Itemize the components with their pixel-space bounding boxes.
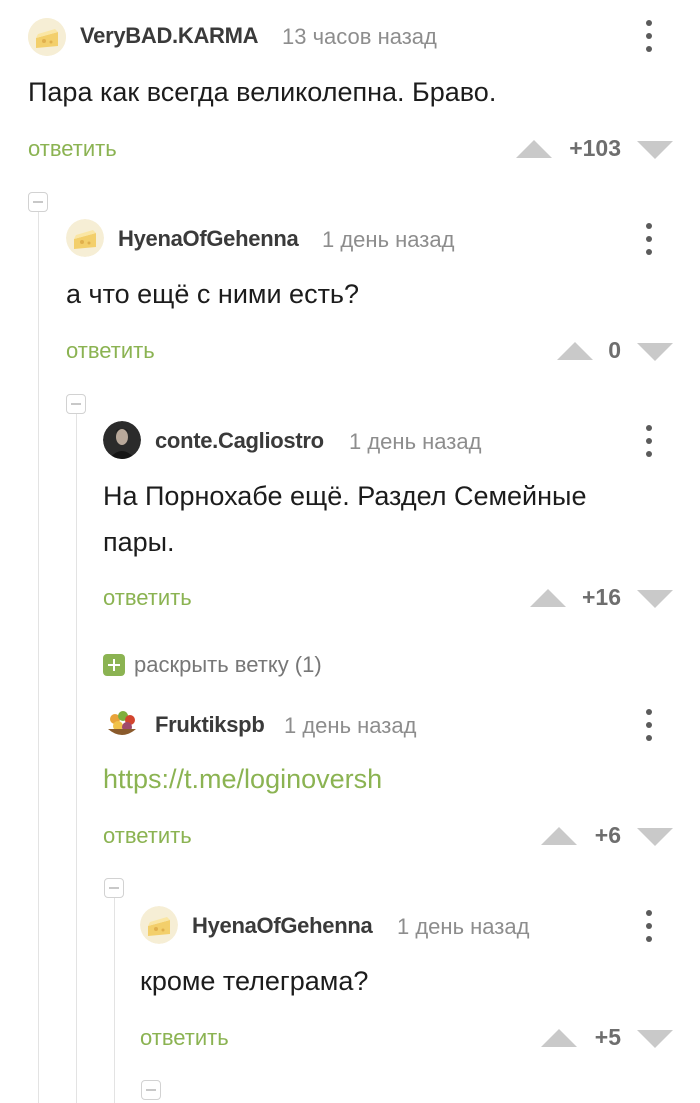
collapse-thread-button[interactable] <box>66 394 86 414</box>
comment-time[interactable]: 1 день назад <box>322 227 454 253</box>
plus-icon[interactable] <box>103 654 125 676</box>
reply-button[interactable]: ответить <box>66 338 155 364</box>
avatar[interactable] <box>103 705 141 743</box>
more-options-icon[interactable] <box>639 707 659 743</box>
comment-rating: +6 <box>594 822 621 848</box>
user-photo-avatar-icon <box>103 421 141 459</box>
downvote-icon[interactable] <box>637 1030 673 1048</box>
comment-time[interactable]: 1 день назад <box>397 914 529 940</box>
comment-text: а что ещё с ними есть? <box>66 279 360 309</box>
thread-line-level-1 <box>38 212 39 1103</box>
default-avatar-icon <box>66 219 104 257</box>
comment-author[interactable]: HyenaOfGehenna <box>192 913 373 939</box>
default-avatar-icon <box>140 906 178 944</box>
fruit-bowl-avatar-icon <box>103 705 141 743</box>
comment-time[interactable]: 1 день назад <box>284 713 416 739</box>
default-avatar-icon <box>28 18 66 56</box>
reply-button[interactable]: ответить <box>103 585 192 611</box>
collapse-thread-button[interactable] <box>28 192 48 212</box>
avatar[interactable] <box>140 906 178 944</box>
comment-text-line-2: пары. <box>103 527 175 557</box>
downvote-icon[interactable] <box>637 590 673 608</box>
avatar[interactable] <box>28 18 66 56</box>
expand-branch-label[interactable]: раскрыть ветку (1) <box>134 652 322 678</box>
downvote-icon[interactable] <box>637 828 673 846</box>
comment-time[interactable]: 13 часов назад <box>282 24 437 50</box>
thread-line-level-3 <box>114 898 115 1103</box>
upvote-icon[interactable] <box>516 140 552 158</box>
downvote-icon[interactable] <box>637 141 673 159</box>
thread-line-level-2 <box>76 414 77 1103</box>
more-options-icon[interactable] <box>639 908 659 944</box>
reply-button[interactable]: ответить <box>103 823 192 849</box>
more-options-icon[interactable] <box>639 221 659 257</box>
comment-link[interactable]: https://t.me/loginoversh <box>103 757 382 802</box>
collapse-thread-button[interactable] <box>104 878 124 898</box>
comment-rating: +16 <box>581 584 621 610</box>
comment-rating: +5 <box>594 1024 621 1050</box>
comment-author[interactable]: VeryBAD.KARMA <box>80 23 259 49</box>
comment-rating: 0 <box>608 337 621 363</box>
comment-author[interactable]: HyenaOfGehenna <box>118 226 299 252</box>
avatar[interactable] <box>66 219 104 257</box>
comment-text: Пара как всегда великолепна. Браво. <box>28 77 497 107</box>
more-options-icon[interactable] <box>639 18 659 54</box>
comment-text: кроме телеграма? <box>140 966 369 996</box>
avatar[interactable] <box>103 421 141 459</box>
reply-button[interactable]: ответить <box>140 1025 229 1051</box>
comment-text-line-1: На Порнохабе ещё. Раздел Семейные <box>103 481 587 511</box>
comment-rating: +103 <box>569 135 621 161</box>
comment-author[interactable]: conte.Cagliostro <box>155 428 324 454</box>
comment-time[interactable]: 1 день назад <box>349 429 481 455</box>
comment-author[interactable]: Fruktikspb <box>155 712 265 738</box>
reply-button[interactable]: ответить <box>28 136 117 162</box>
collapse-thread-button[interactable] <box>141 1080 161 1100</box>
downvote-icon[interactable] <box>637 343 673 361</box>
more-options-icon[interactable] <box>639 423 659 459</box>
